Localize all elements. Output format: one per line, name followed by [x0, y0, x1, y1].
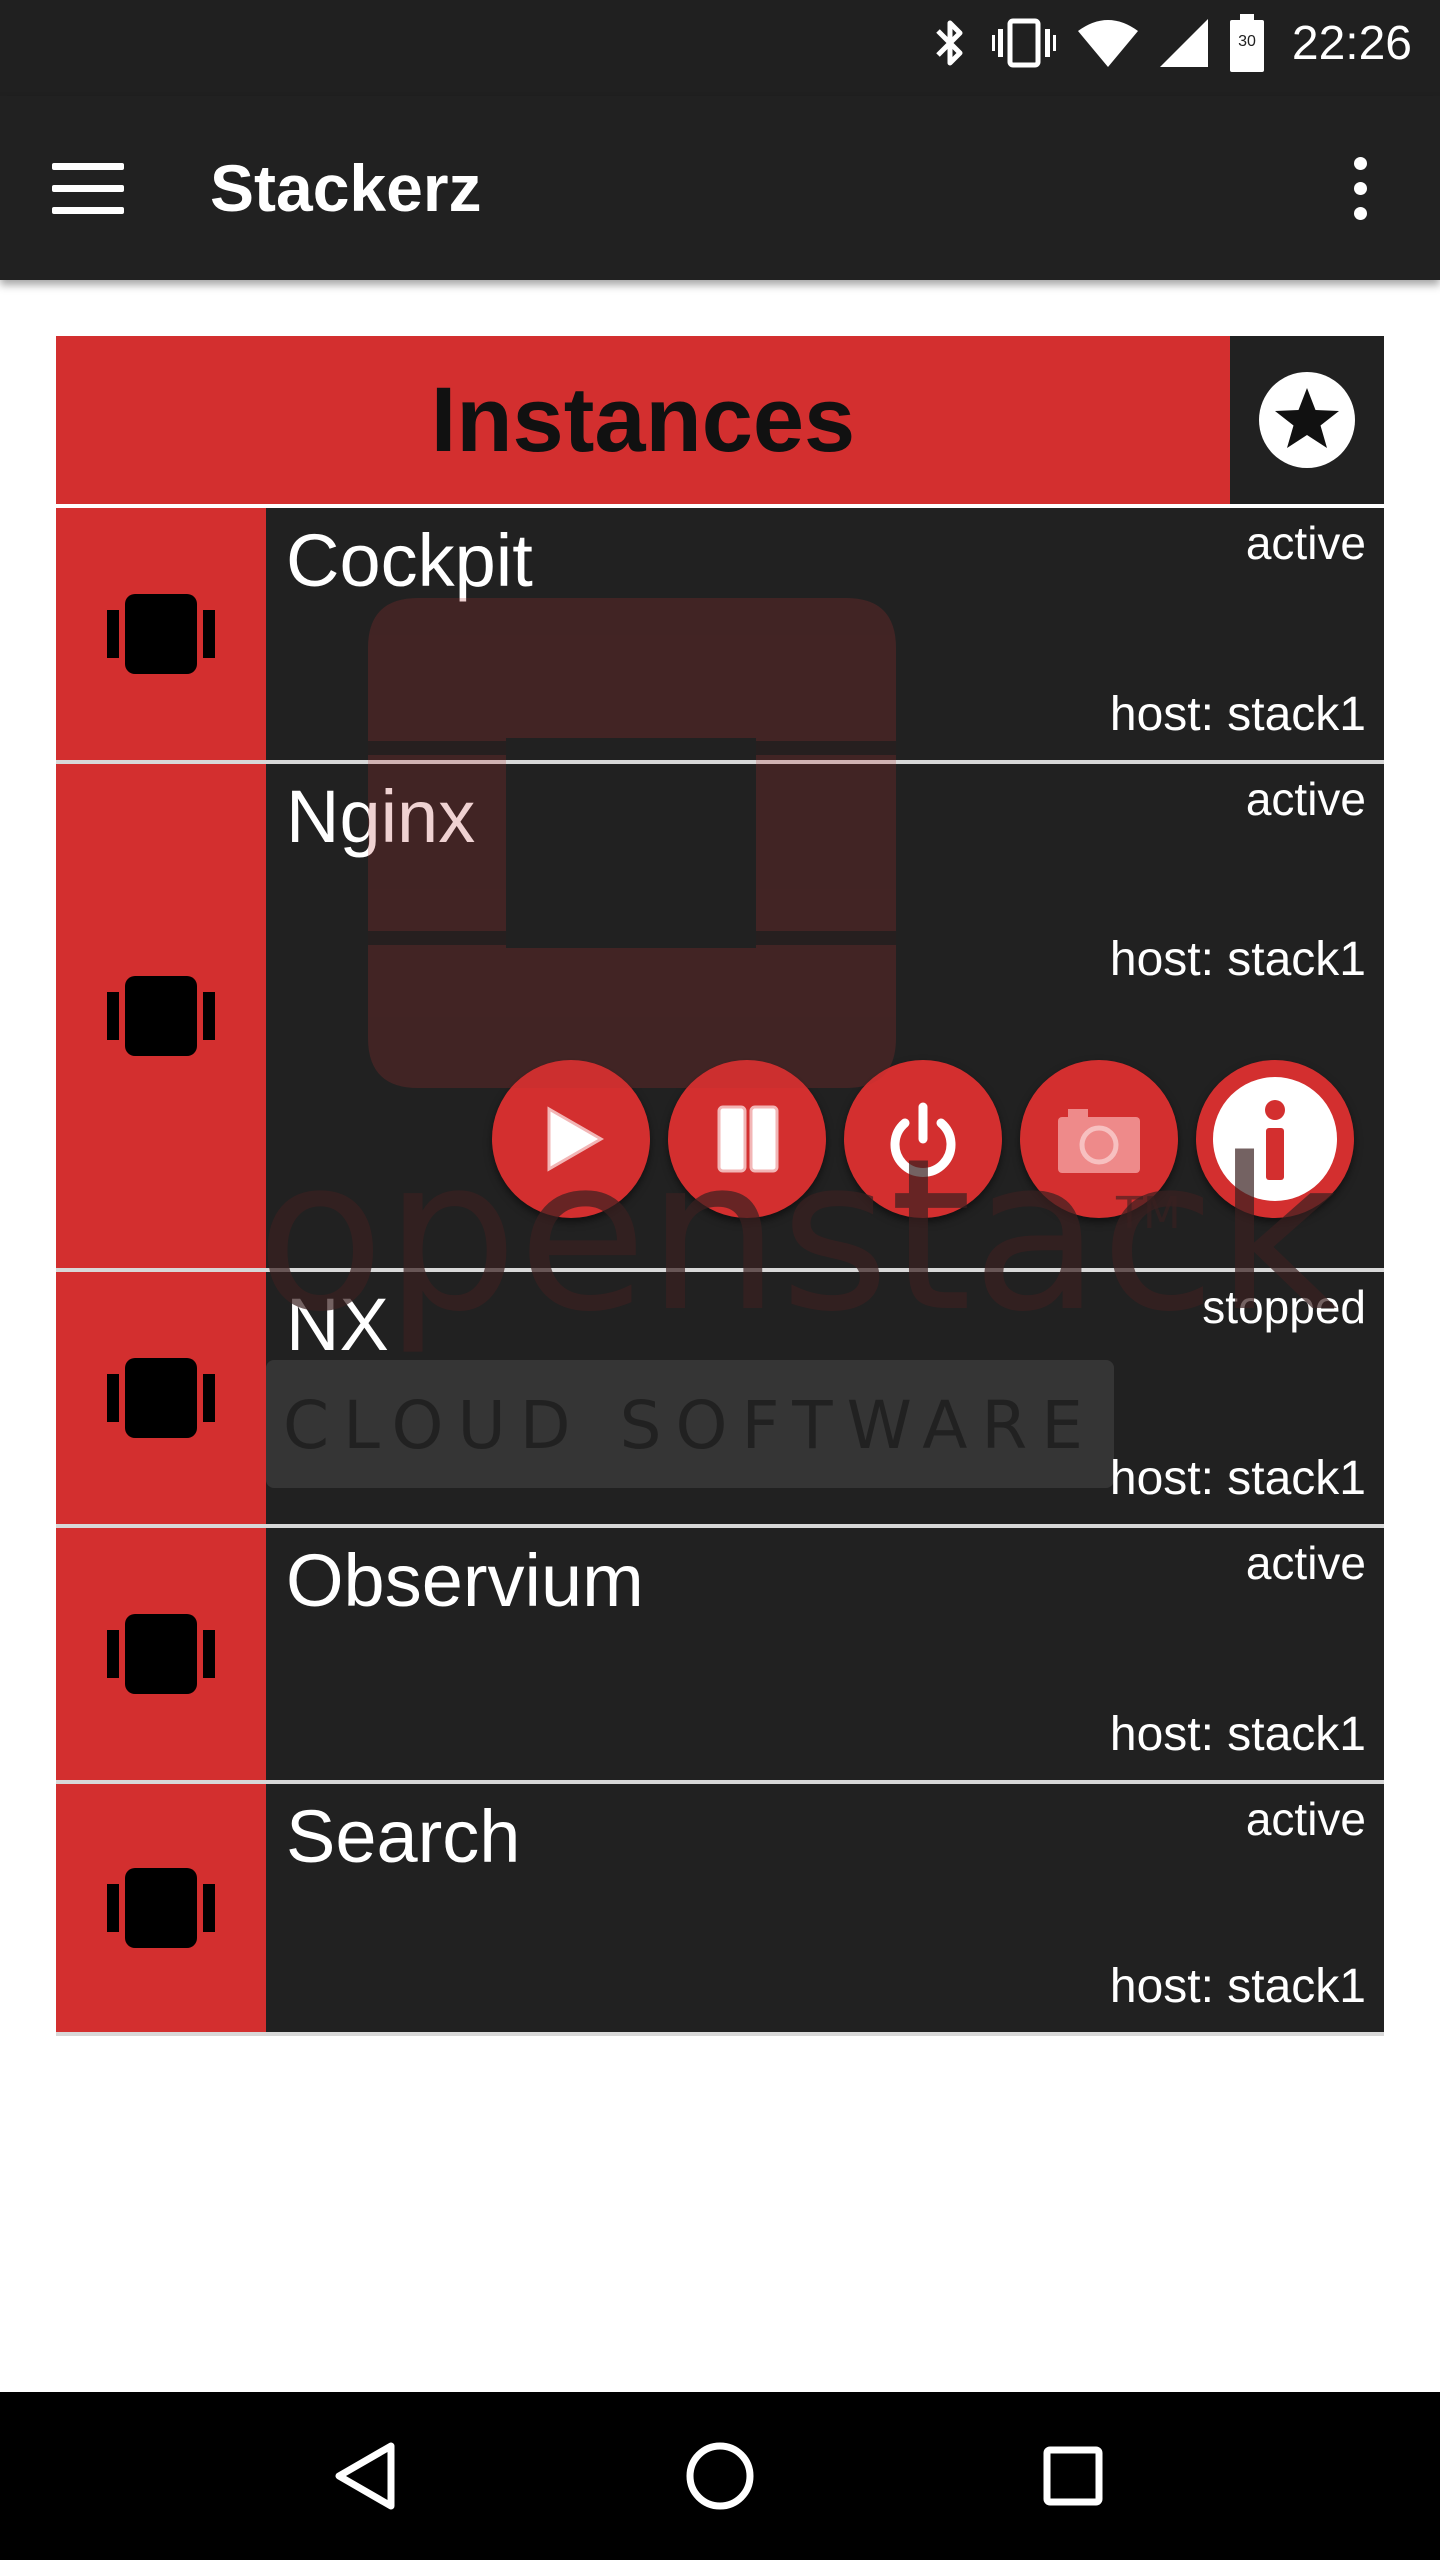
instance-body: Cockpit active host: stack1	[266, 508, 1384, 760]
hamburger-menu-icon[interactable]	[40, 148, 136, 228]
info-button[interactable]	[1196, 1060, 1354, 1218]
instance-row-observium[interactable]: Observium active host: stack1	[56, 1528, 1384, 1784]
home-icon	[686, 2442, 754, 2510]
instance-body: Nginx active host: stack1	[266, 764, 1384, 1268]
battery-icon: 30	[1229, 14, 1264, 72]
signal-icon	[1159, 19, 1208, 67]
instance-status: active	[1245, 1793, 1366, 1845]
instance-actions	[492, 1060, 1354, 1218]
pause-icon	[717, 1105, 779, 1173]
recents-button[interactable]	[1013, 2416, 1133, 2536]
instance-name: Nginx	[286, 775, 476, 858]
app-title: Stackerz	[210, 151, 482, 225]
instances-title: Instances	[56, 336, 1230, 504]
instances-panel: Instances Cockpit active host: stack1 Ng…	[56, 336, 1384, 2036]
instance-icon-cell	[56, 1784, 266, 2032]
instance-icon-cell	[56, 1528, 266, 1780]
server-instance-icon	[107, 976, 215, 1056]
instance-icon-cell	[56, 764, 266, 1268]
instance-status: stopped	[1202, 1281, 1366, 1333]
status-icons: 30 22:26	[930, 0, 1412, 86]
instance-row-cockpit[interactable]: Cockpit active host: stack1	[56, 508, 1384, 764]
status-time: 22:26	[1291, 16, 1412, 70]
instance-name: Search	[286, 1795, 521, 1878]
instance-icon-cell	[56, 1272, 266, 1524]
instances-header: Instances	[56, 336, 1384, 504]
bluetooth-icon	[936, 20, 963, 66]
instance-body: Search active host: stack1	[266, 1784, 1384, 2032]
instance-status: active	[1245, 1537, 1366, 1589]
instance-list: Cockpit active host: stack1 Nginx active…	[56, 508, 1384, 2036]
app-bar: Stackerz	[0, 96, 1440, 280]
instance-status: active	[1245, 773, 1366, 825]
recents-icon	[1043, 2446, 1103, 2506]
camera-icon	[1058, 1109, 1140, 1173]
instance-host: host: stack1	[1109, 688, 1366, 741]
back-icon	[335, 2442, 395, 2510]
instance-row-nx[interactable]: NX stopped host: stack1	[56, 1272, 1384, 1528]
favorite-button[interactable]	[1230, 336, 1384, 504]
status-bar: 30 22:26	[0, 0, 1440, 96]
server-instance-icon	[107, 594, 215, 674]
instance-name: Observium	[286, 1539, 644, 1622]
instance-body: Observium active host: stack1	[266, 1528, 1384, 1780]
instance-host: host: stack1	[1109, 1452, 1366, 1505]
svg-text:30: 30	[1238, 33, 1256, 50]
snapshot-button[interactable]	[1020, 1060, 1178, 1218]
back-button[interactable]	[307, 2416, 427, 2536]
info-icon	[1213, 1077, 1337, 1201]
instance-host: host: stack1	[1109, 1960, 1366, 2013]
server-instance-icon	[107, 1868, 215, 1948]
wifi-icon	[1077, 20, 1138, 67]
instance-icon-cell	[56, 508, 266, 760]
instance-name: Cockpit	[286, 519, 533, 602]
instance-host: host: stack1	[1109, 933, 1366, 986]
play-icon	[547, 1106, 605, 1172]
vibrate-icon	[991, 18, 1056, 68]
more-vert-icon[interactable]	[1320, 148, 1400, 228]
pause-button[interactable]	[668, 1060, 826, 1218]
instance-row-nginx[interactable]: Nginx active host: stack1	[56, 764, 1384, 1272]
power-icon	[890, 1102, 956, 1177]
home-button[interactable]	[660, 2416, 780, 2536]
navigation-bar	[0, 2392, 1440, 2560]
instance-body: NX stopped host: stack1	[266, 1272, 1384, 1524]
instance-status: active	[1245, 517, 1366, 569]
power-button[interactable]	[844, 1060, 1002, 1218]
start-button[interactable]	[492, 1060, 650, 1218]
instance-row-search[interactable]: Search active host: stack1	[56, 1784, 1384, 2036]
server-instance-icon	[107, 1358, 215, 1438]
server-instance-icon	[107, 1614, 215, 1694]
instance-name: NX	[286, 1283, 389, 1366]
star-icon	[1259, 372, 1355, 468]
instance-host: host: stack1	[1109, 1708, 1366, 1761]
